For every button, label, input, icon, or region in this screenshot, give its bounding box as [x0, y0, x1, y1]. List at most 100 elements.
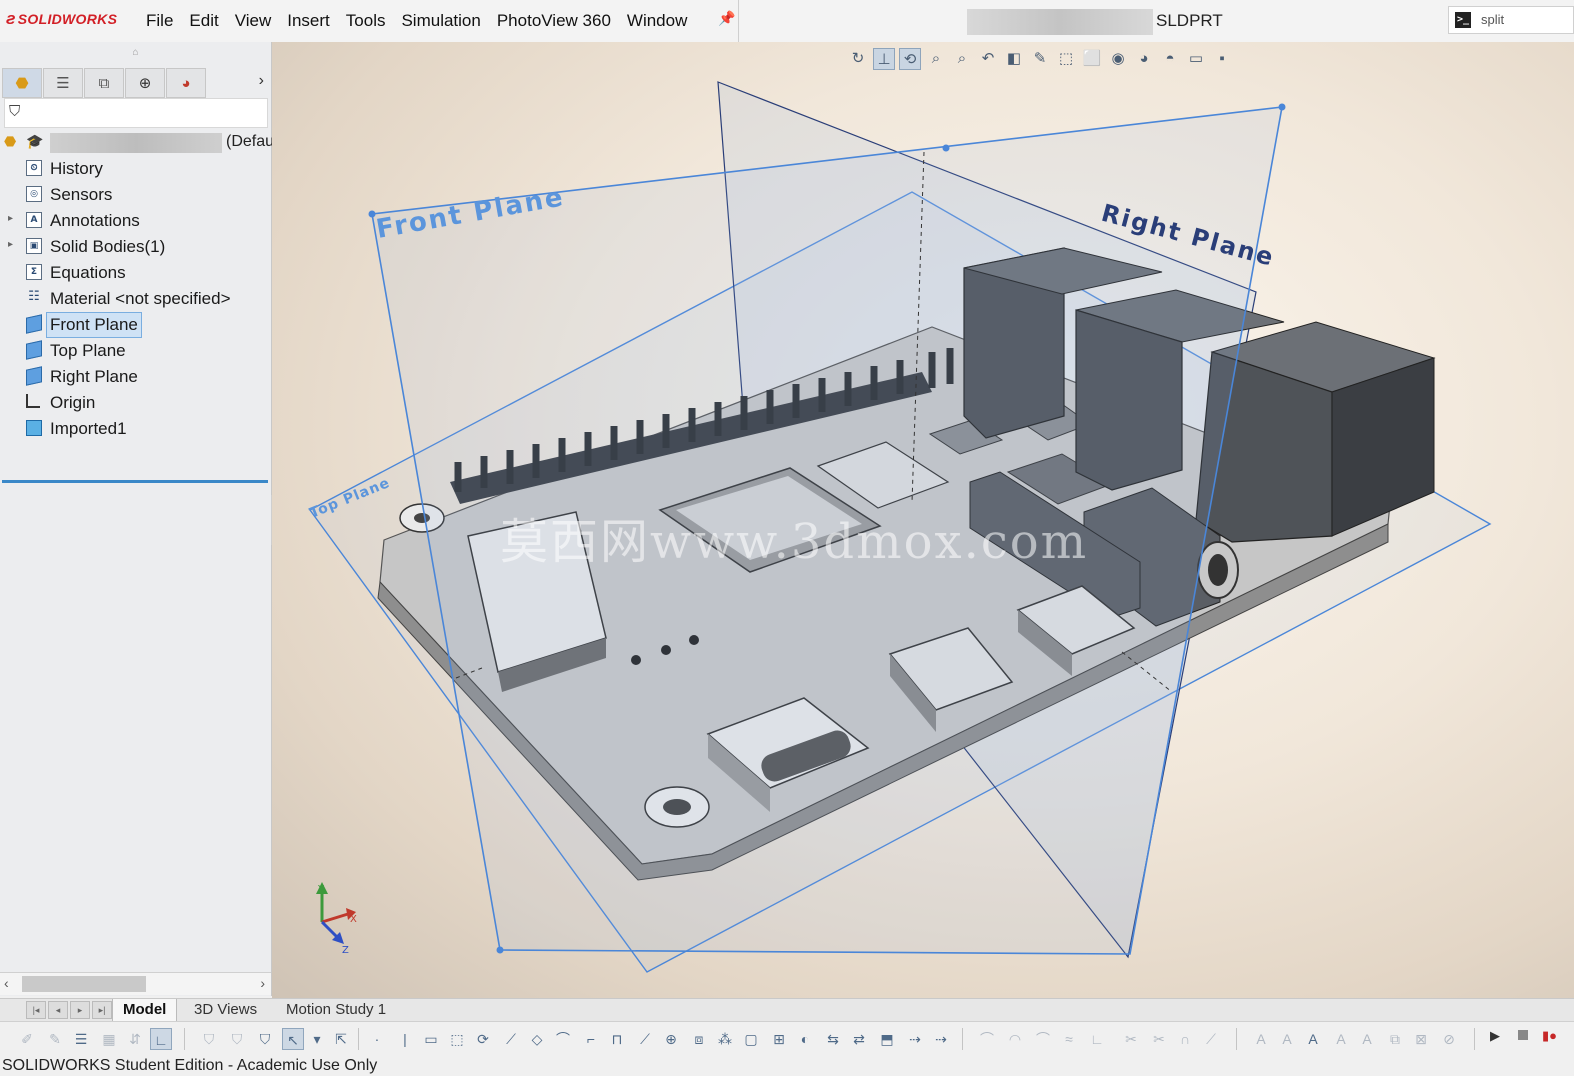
scroll-left-icon[interactable]: ‹	[4, 975, 9, 991]
selection-filter-icon[interactable]: ⛉	[254, 1028, 276, 1050]
menu-tools[interactable]: Tools	[338, 11, 394, 31]
mass-properties-icon[interactable]: ⇢	[930, 1028, 952, 1050]
solidworks-logo[interactable]: ƨ SOLIDWORKS	[6, 9, 117, 29]
rotate-view-icon[interactable]: ⟲	[899, 48, 921, 70]
pattern-icon[interactable]: ⁂	[714, 1028, 736, 1050]
extrude-icon[interactable]: ⬚	[446, 1028, 468, 1050]
last-tab-icon[interactable]: ▸|	[92, 1001, 112, 1019]
menu-insert[interactable]: Insert	[279, 11, 338, 31]
tree-item-annotations[interactable]: ▸ A Annotations	[0, 208, 271, 234]
trim-icon[interactable]: ✂	[1120, 1028, 1142, 1050]
zoom-to-fit-icon[interactable]: ⌕	[925, 48, 947, 70]
tree-item-equations[interactable]: Σ Equations	[0, 260, 271, 286]
tree-root-part[interactable]: ⬣ 🎓 (Defau	[0, 130, 274, 156]
section-view-cube-icon[interactable]: ◧	[1003, 48, 1025, 70]
select-cursor-icon[interactable]: ↖	[282, 1028, 304, 1050]
tab-configuration-manager[interactable]: ⧉	[84, 68, 124, 98]
hole-callout-icon[interactable]: ⊠	[1410, 1028, 1432, 1050]
measure-icon[interactable]: ⇢	[904, 1028, 926, 1050]
tree-item-material[interactable]: ☷ Material <not specified>	[0, 286, 271, 312]
sketch-fillet-icon[interactable]: ⌒	[976, 1028, 998, 1050]
intersect-icon[interactable]: ◐	[794, 1028, 816, 1050]
revolve-icon[interactable]: ⟳	[472, 1028, 494, 1050]
tab-3d-views[interactable]: 3D Views	[184, 999, 267, 1021]
tab-motion-study-1[interactable]: Motion Study 1	[276, 999, 396, 1021]
tab-model[interactable]: Model	[112, 999, 178, 1021]
menu-window[interactable]: Window	[619, 11, 695, 31]
select-other-icon[interactable]: ⇱	[330, 1028, 352, 1050]
draft-icon[interactable]: ⟋	[634, 1028, 656, 1050]
plane-handle[interactable]	[496, 946, 504, 954]
command-search-box[interactable]: >_ split	[1448, 6, 1574, 34]
scroll-right-icon[interactable]: ›	[260, 975, 265, 991]
rectangle-icon[interactable]: ▭	[420, 1028, 442, 1050]
tree-item-front-plane[interactable]: Front Plane	[0, 312, 271, 338]
first-tab-icon[interactable]: |◂	[26, 1001, 46, 1019]
sketch-arc-icon[interactable]: ◠	[1004, 1028, 1026, 1050]
menu-photoview[interactable]: PhotoView 360	[489, 11, 619, 31]
chamfer-icon[interactable]: ⌐	[580, 1028, 602, 1050]
expand-arrow-icon[interactable]: ▸	[8, 239, 13, 250]
sketch-corner-icon[interactable]: ∟	[1086, 1028, 1108, 1050]
horizontal-scrollbar[interactable]: ‹ ›	[0, 972, 271, 995]
sketch-offset-icon[interactable]: ≈	[1058, 1028, 1080, 1050]
tab-display-manager[interactable]: ◕	[166, 68, 206, 98]
previous-view-arrow-icon[interactable]: ↶	[977, 48, 999, 70]
sweep-icon[interactable]: ⟋	[500, 1028, 522, 1050]
curves-icon[interactable]: ⬒	[876, 1028, 898, 1050]
menu-edit[interactable]: Edit	[181, 11, 226, 31]
filter-faces-icon[interactable]: ⛉	[198, 1028, 220, 1050]
grid-icon[interactable]: ▦	[98, 1028, 120, 1050]
record-icon[interactable]: ▮●	[1542, 1028, 1557, 1044]
spline-icon[interactable]: ⇵	[124, 1028, 146, 1050]
save-view-icon[interactable]: ▪	[1211, 48, 1233, 70]
tree-item-right-plane[interactable]: Right Plane	[0, 364, 271, 390]
sketch-curve-icon[interactable]: ⌒	[1032, 1028, 1054, 1050]
annotation-text-icon[interactable]: A	[1302, 1028, 1324, 1050]
tree-item-sensors[interactable]: ◎ Sensors	[0, 182, 271, 208]
datum-icon[interactable]: A	[1330, 1028, 1352, 1050]
mirror-icon[interactable]: ⧈	[688, 1028, 710, 1050]
sketch-icon[interactable]: ✐	[16, 1028, 38, 1050]
weld-symbol-icon[interactable]: ⧉	[1384, 1028, 1406, 1050]
note-icon[interactable]: A	[1250, 1028, 1272, 1050]
select-dropdown-icon[interactable]: ▾	[306, 1028, 328, 1050]
display-style-icon[interactable]: ⬜	[1081, 48, 1103, 70]
plane-handle[interactable]	[942, 144, 950, 152]
section-view-icon[interactable]: ⊥	[873, 48, 895, 70]
next-tab-icon[interactable]: ▸	[70, 1001, 90, 1019]
chevron-right-icon[interactable]: ›	[259, 72, 264, 90]
tree-item-imported1[interactable]: Imported1	[0, 416, 271, 442]
layers-icon[interactable]: ☰	[70, 1028, 92, 1050]
surface-finish-icon[interactable]: A	[1356, 1028, 1378, 1050]
reference-geometry-icon[interactable]: ⊕	[660, 1028, 682, 1050]
shell-icon[interactable]: ▢	[740, 1028, 762, 1050]
rib-icon[interactable]: ⊓	[606, 1028, 628, 1050]
origin-toggle-icon[interactable]: ∟	[150, 1028, 172, 1050]
revision-icon[interactable]: ⊘	[1438, 1028, 1460, 1050]
tab-property-manager[interactable]: ☰	[43, 68, 83, 98]
tree-item-history[interactable]: ⏲ History	[0, 156, 271, 182]
pin-menu-icon[interactable]: 📌	[718, 10, 735, 27]
loft-icon[interactable]: ◇	[526, 1028, 548, 1050]
move-face-icon[interactable]: ⇆	[822, 1028, 844, 1050]
point-icon[interactable]: ·	[366, 1028, 388, 1050]
smart-dimension-icon[interactable]: ✎	[44, 1028, 66, 1050]
expand-arrow-icon[interactable]: ▸	[8, 213, 13, 224]
edit-appearance-icon[interactable]: ◕	[1133, 48, 1155, 70]
apply-scene-icon[interactable]: ◓	[1159, 48, 1181, 70]
tab-dimxpert-manager[interactable]: ⊕	[125, 68, 165, 98]
sketch-pattern-icon[interactable]: ⟋	[1200, 1028, 1222, 1050]
line-icon[interactable]: |	[394, 1028, 416, 1050]
tree-filter[interactable]: ⛉	[4, 98, 268, 128]
hide-show-items-icon[interactable]: ◉	[1107, 48, 1129, 70]
tab-feature-manager[interactable]: ⬣	[2, 68, 42, 98]
tree-item-origin[interactable]: Origin	[0, 390, 271, 416]
wrap-icon[interactable]: ⊞	[768, 1028, 790, 1050]
rollback-bar[interactable]	[2, 480, 268, 483]
filter-edges-icon[interactable]: ⛉	[226, 1028, 248, 1050]
menu-view[interactable]: View	[227, 11, 280, 31]
prev-tab-icon[interactable]: ◂	[48, 1001, 68, 1019]
view-orientation-icon[interactable]: ⬚	[1055, 48, 1077, 70]
menu-simulation[interactable]: Simulation	[393, 11, 488, 31]
